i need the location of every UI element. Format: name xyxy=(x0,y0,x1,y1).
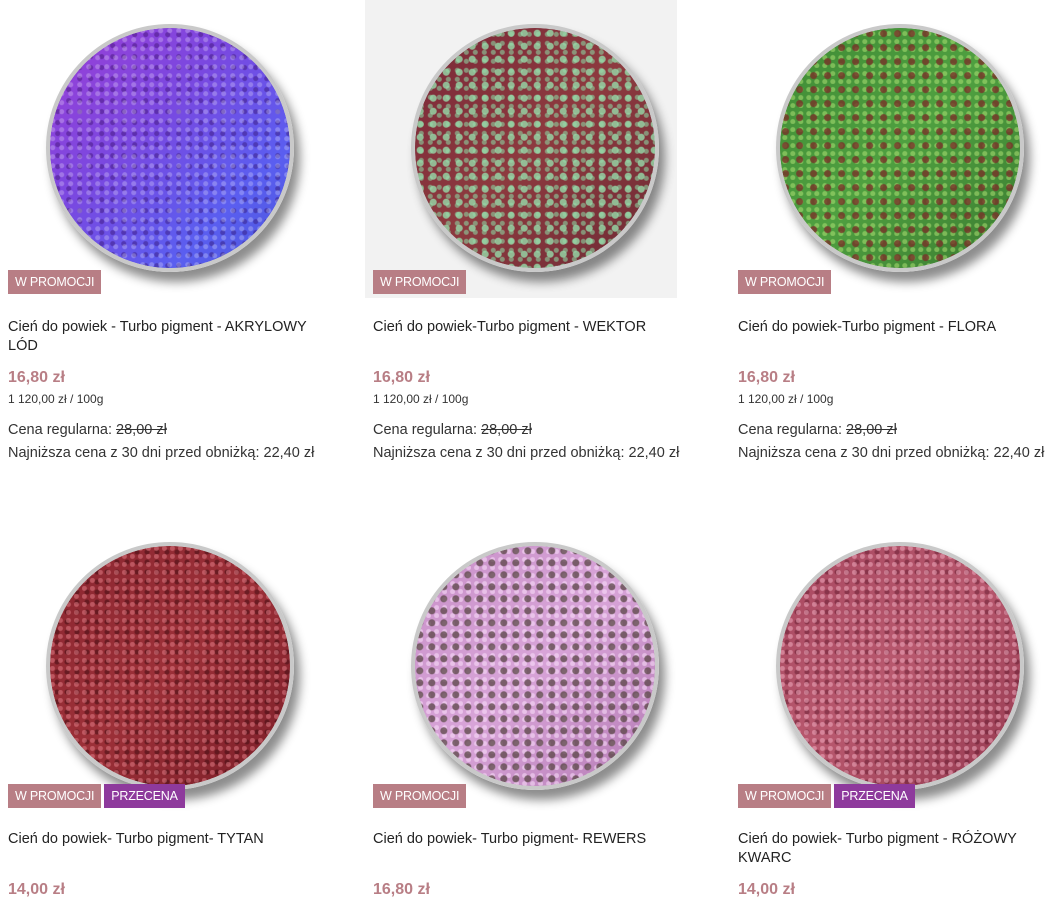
unit-price: 1 120,00 zł / 100g xyxy=(738,392,834,406)
product-name[interactable]: Cień do powiek-Turbo pigment - WEKTOR xyxy=(373,318,693,337)
lowest-price-info: Najniższa cena z 30 dni przed obniżką: 2… xyxy=(373,445,680,461)
regular-price-label: Cena regularna: xyxy=(8,422,112,438)
promo-badge: W PROMOCJI xyxy=(373,270,467,294)
regular-price-label: Cena regularna: xyxy=(738,422,842,438)
regular-price: 28,00 zł xyxy=(481,422,532,438)
badge-group: W PROMOCJI xyxy=(373,784,467,808)
product-price: 14,00 zł xyxy=(8,881,65,898)
product-image-link[interactable] xyxy=(0,522,312,820)
product-image[interactable] xyxy=(46,24,294,272)
sale-badge: PRZECENA xyxy=(834,784,915,808)
unit-price: 1 120,00 zł / 100g xyxy=(8,392,104,406)
lowest-price-info: Najniższa cena z 30 dni przed obniżką: 2… xyxy=(8,445,315,461)
product-card[interactable]: W PROMOCJI Cień do powiek-Turbo pigment … xyxy=(365,0,703,461)
product-name[interactable]: Cień do powiek-Turbo pigment - FLORA xyxy=(738,318,1058,337)
product-image-link[interactable] xyxy=(0,0,312,298)
product-card[interactable]: W PROMOCJI Cień do powiek-Turbo pigment … xyxy=(738,0,1061,461)
badge-group: W PROMOCJI xyxy=(373,270,467,294)
promo-badge: W PROMOCJI xyxy=(738,270,832,294)
badge-group: W PROMOCJI xyxy=(8,270,102,294)
product-card[interactable]: W PROMOCJI PRZECENA Cień do powiek- Turb… xyxy=(8,522,338,898)
regular-price-line: Cena regularna: 28,00 zł xyxy=(738,422,897,438)
promo-badge: W PROMOCJI xyxy=(8,270,102,294)
regular-price-line: Cena regularna: 28,00 zł xyxy=(373,422,532,438)
product-name[interactable]: Cień do powiek- Turbo pigment - RÓŻOWY K… xyxy=(738,830,1058,868)
product-price: 16,80 zł xyxy=(738,369,795,386)
promo-badge: W PROMOCJI xyxy=(373,784,467,808)
product-price: 16,80 zł xyxy=(8,369,65,386)
product-price: 16,80 zł xyxy=(373,881,430,898)
product-image-link[interactable] xyxy=(730,522,1042,820)
regular-price: 28,00 zł xyxy=(116,422,167,438)
product-name[interactable]: Cień do powiek - Turbo pigment - AKRYLOW… xyxy=(8,318,328,356)
sale-badge: PRZECENA xyxy=(104,784,185,808)
regular-price-line: Cena regularna: 28,00 zł xyxy=(8,422,167,438)
product-name[interactable]: Cień do powiek- Turbo pigment- REWERS xyxy=(373,830,693,849)
regular-price: 28,00 zł xyxy=(846,422,897,438)
product-card[interactable]: W PROMOCJI Cień do powiek - Turbo pigmen… xyxy=(8,0,338,461)
badge-group: W PROMOCJI xyxy=(738,270,832,294)
badge-group: W PROMOCJI PRZECENA xyxy=(738,784,915,808)
product-card[interactable]: W PROMOCJI PRZECENA Cień do powiek- Turb… xyxy=(738,522,1061,898)
product-name[interactable]: Cień do powiek- Turbo pigment- TYTAN xyxy=(8,830,328,849)
product-price: 16,80 zł xyxy=(373,369,430,386)
product-image-link[interactable] xyxy=(365,522,677,820)
product-image-link[interactable] xyxy=(730,0,1042,298)
product-image[interactable] xyxy=(776,542,1024,790)
product-image[interactable] xyxy=(411,24,659,272)
product-image[interactable] xyxy=(46,542,294,790)
product-card[interactable]: W PROMOCJI Cień do powiek- Turbo pigment… xyxy=(373,522,703,898)
product-price: 14,00 zł xyxy=(738,881,795,898)
promo-badge: W PROMOCJI xyxy=(8,784,102,808)
regular-price-label: Cena regularna: xyxy=(373,422,477,438)
unit-price: 1 120,00 zł / 100g xyxy=(373,392,469,406)
product-image[interactable] xyxy=(411,542,659,790)
lowest-price-info: Najniższa cena z 30 dni przed obniżką: 2… xyxy=(738,445,1045,461)
product-image[interactable] xyxy=(776,24,1024,272)
product-image-link[interactable] xyxy=(365,0,677,298)
badge-group: W PROMOCJI PRZECENA xyxy=(8,784,185,808)
promo-badge: W PROMOCJI xyxy=(738,784,832,808)
